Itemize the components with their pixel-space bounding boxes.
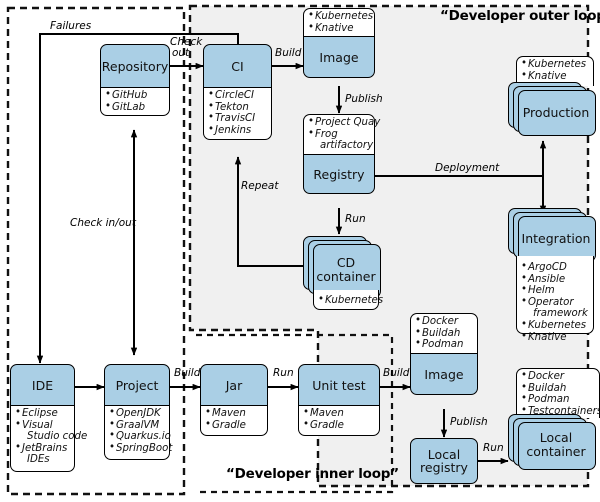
node-production-label: Production xyxy=(522,104,590,120)
tool-item: Gradle xyxy=(303,419,376,432)
node-ide[interactable]: IDE Eclipse Visual Studio code JetBrains… xyxy=(10,364,88,472)
tool-item: GitHub xyxy=(105,89,166,102)
node-image-inner[interactable]: Docker Buildah Podman Image xyxy=(410,313,478,395)
tool-item: OpenJDK xyxy=(109,407,166,420)
edge-label-publish-outer: Publish xyxy=(345,93,383,105)
node-cd-container-label-line2: container xyxy=(316,269,376,284)
node-ci-tools: CircleCI Tekton TravisCI Jenkins xyxy=(203,88,272,140)
node-integration-tools: ArgoCD Ansible Helm Operator framework K… xyxy=(516,256,594,343)
tool-item: IDEs xyxy=(27,454,50,466)
tool-item: framework xyxy=(533,308,588,320)
node-image-outer-tools: Kubernetes Knative xyxy=(303,8,375,36)
tool-item: Gradle xyxy=(205,419,264,432)
node-registry[interactable]: Project Quay Frog artifactory Registry xyxy=(303,114,380,194)
edge-label-publish-inner: Publish xyxy=(450,416,488,428)
node-project-tools: OpenJDK GraalVM Quarkus.io SpringBoot xyxy=(104,406,172,460)
node-local-registry[interactable]: Local registry xyxy=(410,438,478,484)
tool-item: Maven xyxy=(303,407,376,420)
node-registry-label: Registry xyxy=(303,154,375,194)
tool-item: ArgoCD xyxy=(521,261,590,274)
edge-label-failures: Failures xyxy=(50,20,92,32)
edge-label-deployment: Deployment xyxy=(435,162,500,174)
inner-loop-title: “Developer inner loop” xyxy=(226,466,399,482)
node-registry-tools: Project Quay Frog artifactory xyxy=(303,114,380,154)
node-ide-tools: Eclipse Visual Studio code JetBrains IDE… xyxy=(10,406,88,472)
node-image-outer[interactable]: Kubernetes Knative Image xyxy=(303,8,375,78)
tool-item: TravisCI xyxy=(208,112,268,125)
tool-item: Docker xyxy=(415,315,474,328)
edge-label-run-jar: Run xyxy=(273,367,294,379)
node-jar-tools: Maven Gradle xyxy=(200,406,268,436)
tool-item: JetBrains xyxy=(15,442,71,455)
node-project-label: Project xyxy=(104,364,170,406)
node-project[interactable]: Project OpenJDK GraalVM Quarkus.io Sprin… xyxy=(104,364,172,460)
node-local-registry-label: Local registry xyxy=(410,438,478,484)
node-repository-label: Repository xyxy=(100,44,170,88)
node-unit-test-tools: Maven Gradle xyxy=(298,406,380,436)
outer-loop-title: “Developer outer loop” xyxy=(440,8,600,24)
tool-item: Project Quay xyxy=(308,116,380,129)
tool-item: artifactory xyxy=(320,140,374,152)
node-repository[interactable]: Repository GitHub GitLab xyxy=(100,44,170,116)
tool-item: Knative xyxy=(308,22,371,35)
tool-item: Quarkus.io xyxy=(109,430,171,443)
edge-label-repeat: Repeat xyxy=(241,180,279,192)
tool-item: Docker xyxy=(521,370,596,383)
tool-item: Maven xyxy=(205,407,264,420)
tool-item: Podman xyxy=(521,393,596,406)
edge-label-build-unit: Build xyxy=(383,367,410,379)
tool-item: CircleCI xyxy=(208,89,268,102)
tool-item: Tekton xyxy=(208,101,268,114)
tool-item: Kubernetes xyxy=(521,58,590,71)
tool-item: Podman xyxy=(415,338,474,351)
node-image-outer-label: Image xyxy=(303,36,375,78)
node-cd-container-label: CD container xyxy=(313,244,379,296)
node-local-container-tools: Docker Buildah Podman Testcontainers xyxy=(516,368,600,418)
node-integration-label: Integration xyxy=(521,230,591,246)
node-image-inner-tools: Docker Buildah Podman xyxy=(410,313,478,353)
tool-item: Visual xyxy=(15,419,71,432)
tool-item: Kubernetes xyxy=(318,294,383,307)
edge-label-checkout-2: out xyxy=(172,47,190,59)
node-ci[interactable]: CI CircleCI Tekton TravisCI Jenkins xyxy=(203,44,272,140)
tool-item: Frog xyxy=(308,128,371,141)
tool-item: Knative xyxy=(521,331,590,344)
node-local-registry-label-line2: registry xyxy=(420,460,468,475)
tool-item: Buildah xyxy=(521,382,596,395)
node-jar-label: Jar xyxy=(200,364,268,406)
node-image-inner-label: Image xyxy=(410,353,478,395)
node-repository-tools: GitHub GitLab xyxy=(100,88,170,116)
tool-item: GraalVM xyxy=(109,419,166,432)
edge-label-run-local: Run xyxy=(483,442,504,454)
node-unit-test-label: Unit test xyxy=(298,364,380,406)
tool-item: Operator xyxy=(521,296,590,309)
node-ci-label: CI xyxy=(203,44,272,88)
tool-item: Ansible xyxy=(521,273,590,286)
diagram-canvas: “Developer outer loop” “Developer inner … xyxy=(0,0,600,502)
tool-item: GitLab xyxy=(105,101,166,114)
tool-item: Eclipse xyxy=(15,407,71,420)
node-jar[interactable]: Jar Maven Gradle xyxy=(200,364,268,436)
tool-item: Kubernetes xyxy=(308,10,373,23)
node-local-container-label: Local container xyxy=(518,422,594,468)
edge-label-build-project: Build xyxy=(174,367,201,379)
tool-item: SpringBoot xyxy=(109,442,172,455)
tool-item: Jenkins xyxy=(208,124,268,137)
node-ide-label: IDE xyxy=(10,364,75,406)
tool-item: Helm xyxy=(521,284,590,297)
tool-item: Kubernetes xyxy=(521,319,590,332)
tool-item: Knative xyxy=(521,70,590,83)
tool-item: Buildah xyxy=(415,327,474,340)
node-unit-test[interactable]: Unit test Maven Gradle xyxy=(298,364,380,436)
edge-label-run-outer: Run xyxy=(345,213,366,225)
tool-item: Studio code xyxy=(27,431,88,443)
node-cd-container-label-line1: CD xyxy=(336,255,356,270)
node-local-container-label-line2: container xyxy=(526,444,586,459)
node-local-container-label-line1: Local xyxy=(539,430,573,445)
edge-label-check-in-out: Check in/out xyxy=(70,217,136,229)
edge-label-build-ci: Build xyxy=(275,47,302,59)
